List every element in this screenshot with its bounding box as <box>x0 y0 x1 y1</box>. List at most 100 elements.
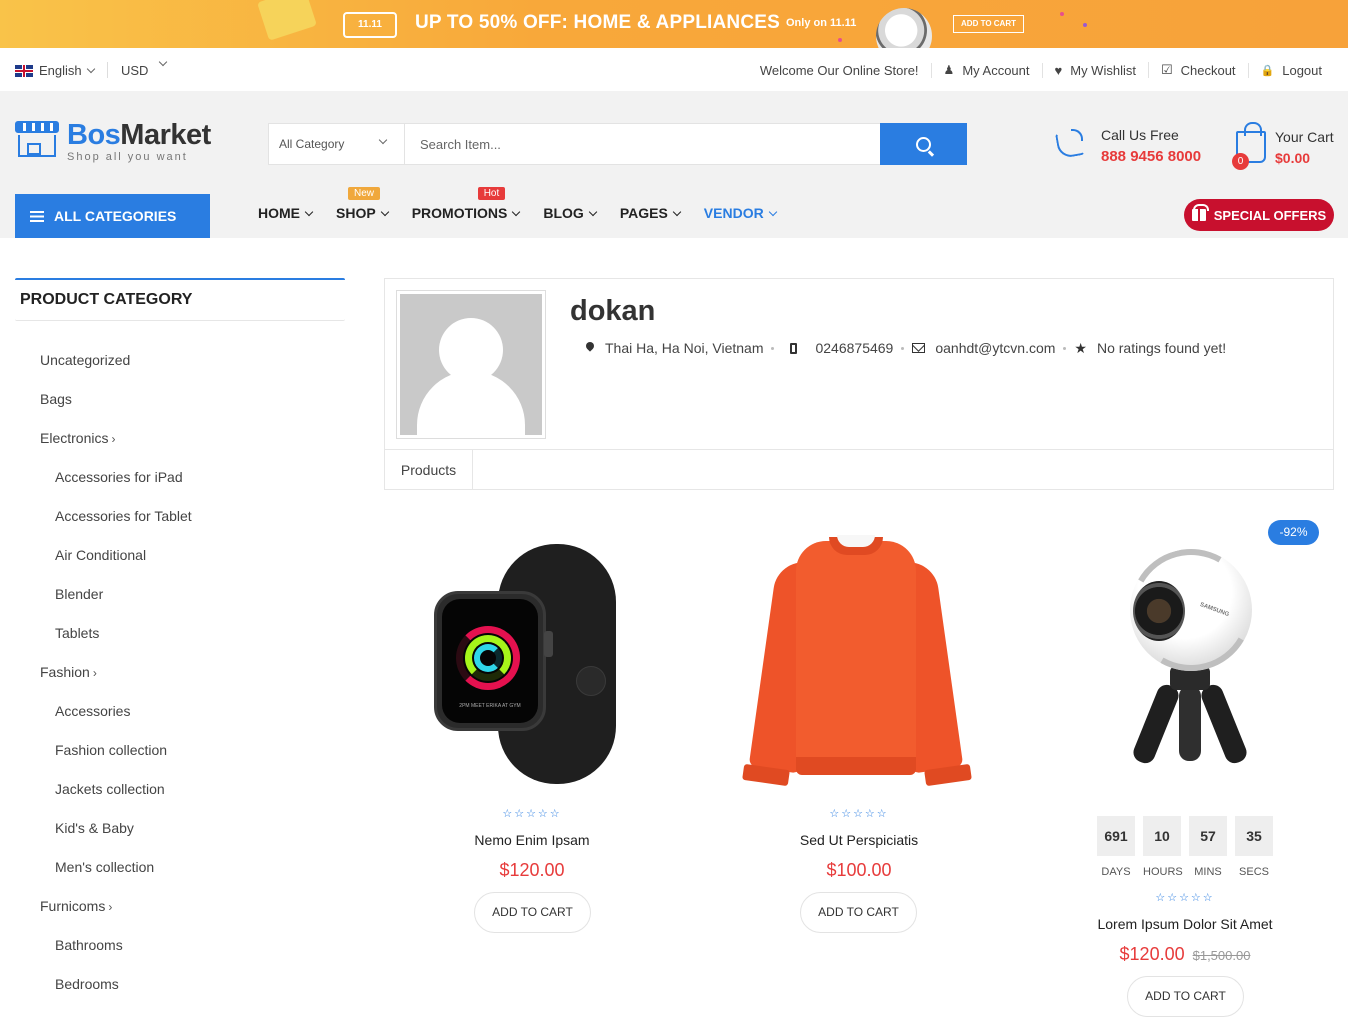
countdown-secs: 35 SECS <box>1235 816 1273 878</box>
nav-blog-label: BLOG <box>543 205 584 221</box>
activity-ring-stand <box>474 644 502 672</box>
divider <box>107 62 108 78</box>
watch-sensor-shape <box>576 666 606 696</box>
promo-tag: 11.11 <box>343 12 397 38</box>
account-links: Welcome Our Online Store! ♟ My Account ♥… <box>748 62 1334 78</box>
product-card: ☆☆☆☆☆ Sed Ut Perspiciatis $100.00 ADD TO… <box>711 521 1007 941</box>
category-item[interactable]: Air Conditional <box>15 536 345 575</box>
category-item[interactable]: Accessories <box>15 692 345 731</box>
nav-pages[interactable]: PAGES <box>620 205 682 221</box>
category-item[interactable]: Tablets <box>15 614 345 653</box>
language-selector[interactable]: English <box>15 63 95 78</box>
my-wishlist-link[interactable]: ♥ My Wishlist <box>1041 62 1148 78</box>
category-item[interactable]: Electronics › <box>15 419 345 458</box>
category-item[interactable]: Fashion › <box>15 653 345 692</box>
chevron-down-icon <box>768 207 777 216</box>
product-name[interactable]: Sed Ut Perspiciatis <box>711 832 1007 848</box>
sweater-neck-opening-shape <box>837 535 875 547</box>
nav-promotions[interactable]: Hot PROMOTIONS <box>412 187 521 221</box>
watch-screen-text: 2PM MEET ERIKA AT GYM <box>459 703 521 709</box>
my-account-label: My Account <box>962 62 1030 78</box>
product-name[interactable]: Lorem Ipsum Dolor Sit Amet <box>1037 916 1333 932</box>
category-item[interactable]: Kid's & Baby <box>15 809 345 848</box>
countdown-value: 57 <box>1189 816 1227 856</box>
site-logo[interactable]: BosMarket Shop all you want <box>15 121 211 163</box>
category-item[interactable]: Accessories for Tablet <box>15 497 345 536</box>
heart-icon: ♥ <box>1054 62 1063 78</box>
currency-selector[interactable]: USD <box>121 57 168 78</box>
category-item[interactable]: Men's collection <box>15 848 345 887</box>
store-avatar <box>396 290 546 439</box>
chevron-down-icon <box>378 135 388 145</box>
category-item[interactable]: Blender <box>15 575 345 614</box>
deal-countdown: 691 DAYS 10 HOURS 57 MINS 35 SECS <box>1097 816 1273 878</box>
category-item[interactable]: Fashion collection <box>15 731 345 770</box>
my-account-link[interactable]: ♟ My Account <box>930 62 1042 78</box>
promo-add-to-cart-button[interactable]: ADD TO CART <box>953 15 1024 33</box>
call-number[interactable]: 888 9456 8000 <box>1101 148 1201 165</box>
user-icon: ♟ <box>943 63 955 77</box>
envelope-icon <box>912 343 926 353</box>
search-category-select[interactable]: All Category <box>269 124 405 164</box>
nav-home[interactable]: HOME <box>258 205 314 221</box>
add-to-cart-button[interactable]: ADD TO CART <box>800 892 917 933</box>
welcome-text: Welcome Our Online Store! <box>759 62 919 78</box>
checkout-link[interactable]: ☑ Checkout <box>1147 62 1248 78</box>
chevron-down-icon <box>304 207 314 216</box>
call-us: Call Us Free 888 9456 8000 <box>1054 127 1201 165</box>
category-item[interactable]: Bedrooms <box>15 965 345 1004</box>
tab-products[interactable]: Products <box>385 450 473 490</box>
camera-lens-shape <box>1133 581 1185 641</box>
nav-shop[interactable]: New SHOP <box>336 187 389 221</box>
special-offers-button[interactable]: SPECIAL OFFERS <box>1184 199 1334 231</box>
mini-cart[interactable]: 0 Your Cart $0.00 <box>1232 122 1342 170</box>
product-card: 2PM MEET ERIKA AT GYM ☆☆☆☆☆ Nemo Enim Ip… <box>384 521 680 941</box>
confetti-dot <box>1083 23 1087 27</box>
category-item[interactable]: Bathrooms <box>15 926 345 965</box>
store-email[interactable]: oanhdt@ytcvn.com <box>935 340 1055 356</box>
currency-label: USD <box>121 63 149 78</box>
search-button[interactable] <box>880 123 967 165</box>
confetti-dot <box>838 38 842 42</box>
add-to-cart-button[interactable]: ADD TO CART <box>1127 976 1244 1017</box>
category-item[interactable]: Accessories for iPad <box>15 458 345 497</box>
sweater-hem-shape <box>796 757 916 775</box>
cart-label: Your Cart <box>1275 129 1334 145</box>
chevron-down-icon <box>588 207 598 216</box>
nav-vendor[interactable]: VENDOR <box>703 205 777 221</box>
add-to-cart-button[interactable]: ADD TO CART <box>474 892 591 933</box>
category-item[interactable]: Jackets collection <box>15 770 345 809</box>
promo-decoration <box>257 0 317 41</box>
all-categories-label: ALL CATEGORIES <box>54 208 177 224</box>
sidebar-title: PRODUCT CATEGORY <box>15 278 345 321</box>
store-address: Thai Ha, Ha Noi, Vietnam <box>605 340 764 356</box>
search-input[interactable] <box>406 124 880 164</box>
logout-link[interactable]: 🔒 Logout <box>1247 62 1334 78</box>
product-image[interactable] <box>711 521 1007 791</box>
store-phone: 0246875469 <box>815 340 894 356</box>
mobile-phone-icon <box>790 342 798 354</box>
product-image[interactable]: SAMSUNG <box>1037 521 1333 791</box>
checkout-label: Checkout <box>1180 62 1236 78</box>
product-name[interactable]: Nemo Enim Ipsam <box>384 832 680 848</box>
promo-banner[interactable]: 11.11 UP TO 50% OFF: HOME & APPLIANCES O… <box>0 0 1348 48</box>
product-price: $100.00 <box>826 860 892 880</box>
main-nav: HOME New SHOP Hot PROMOTIONS BLOG PAGES VE… <box>258 187 777 221</box>
avatar-body-shape <box>417 371 525 435</box>
category-item[interactable]: Bags <box>15 380 345 419</box>
checkbox-icon: ☑ <box>1160 62 1173 77</box>
store-tabs: Products <box>385 449 1333 490</box>
logo-text: BosMarket <box>67 119 211 151</box>
logout-label: Logout <box>1282 62 1322 78</box>
nav-shop-label: SHOP <box>336 205 376 221</box>
separator-dot <box>901 346 905 350</box>
location-pin-icon <box>585 342 595 354</box>
category-item[interactable]: Uncategorized <box>15 341 345 380</box>
chevron-right-icon: › <box>111 432 116 446</box>
nav-blog[interactable]: BLOG <box>543 205 598 221</box>
all-categories-button[interactable]: ALL CATEGORIES <box>15 194 210 238</box>
product-image[interactable]: 2PM MEET ERIKA AT GYM <box>384 521 680 791</box>
nav-vendor-label: VENDOR <box>703 205 764 221</box>
category-item[interactable]: Furnicoms › <box>15 887 345 926</box>
countdown-value: 35 <box>1235 816 1273 856</box>
